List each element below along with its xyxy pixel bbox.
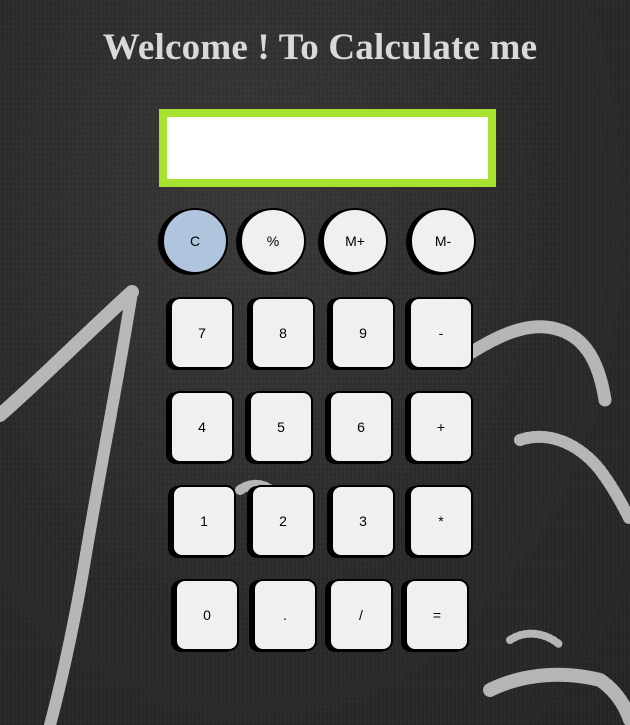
- digit-3-button[interactable]: 3: [331, 485, 395, 557]
- minus-button[interactable]: -: [409, 297, 473, 369]
- page-title: Welcome ! To Calculate me: [102, 27, 538, 68]
- plus-button[interactable]: +: [409, 391, 473, 463]
- digit-4-button[interactable]: 4: [170, 391, 234, 463]
- calculator-display[interactable]: [159, 109, 496, 187]
- percent-button[interactable]: %: [240, 208, 306, 274]
- clear-button[interactable]: C: [162, 208, 228, 274]
- memory-add-button[interactable]: M+: [322, 208, 388, 274]
- decimal-button[interactable]: .: [253, 579, 317, 651]
- memory-subtract-button[interactable]: M-: [410, 208, 476, 274]
- digit-9-button[interactable]: 9: [331, 297, 395, 369]
- digit-5-button[interactable]: 5: [249, 391, 313, 463]
- digit-6-button[interactable]: 6: [329, 391, 393, 463]
- divide-button[interactable]: /: [329, 579, 393, 651]
- equals-button[interactable]: =: [405, 579, 469, 651]
- multiply-button[interactable]: *: [409, 485, 473, 557]
- digit-2-button[interactable]: 2: [251, 485, 315, 557]
- digit-0-button[interactable]: 0: [175, 579, 239, 651]
- digit-7-button[interactable]: 7: [170, 297, 234, 369]
- digit-8-button[interactable]: 8: [251, 297, 315, 369]
- digit-1-button[interactable]: 1: [172, 485, 236, 557]
